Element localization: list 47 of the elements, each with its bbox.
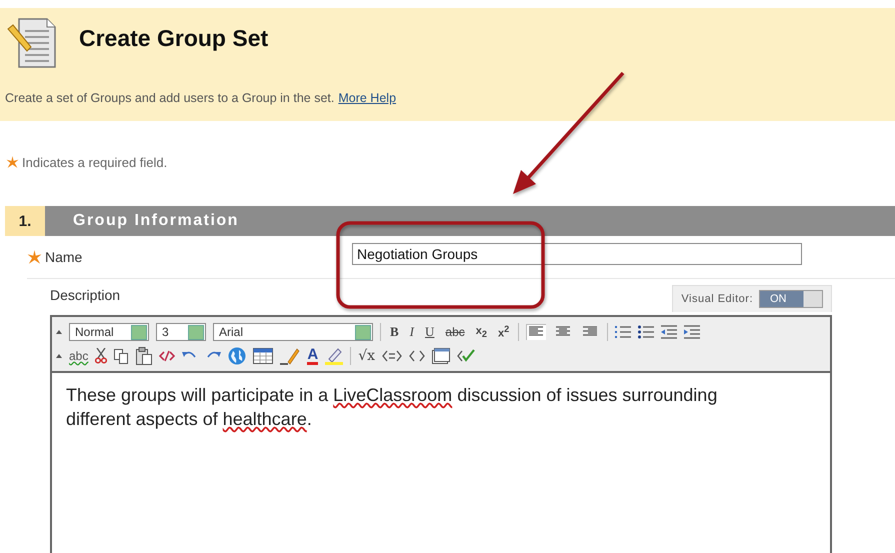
angle-brackets-icon[interactable] bbox=[409, 349, 426, 363]
window-icon[interactable] bbox=[432, 348, 450, 364]
page-title: Create Group Set bbox=[79, 24, 268, 52]
collapse-icon[interactable] bbox=[56, 330, 62, 334]
spellcheck-button[interactable]: abc bbox=[69, 349, 88, 363]
font-family-select[interactable]: Arial bbox=[213, 323, 373, 341]
collapse-icon[interactable] bbox=[56, 354, 62, 358]
unlink-icon[interactable] bbox=[159, 350, 176, 362]
required-note: Indicates a required field. bbox=[22, 155, 168, 170]
page-description: Create a set of Groups and add users to a Group in the set. bbox=[5, 91, 334, 105]
numbered-list-icon[interactable] bbox=[615, 325, 632, 339]
format-button[interactable]: B bbox=[388, 324, 401, 340]
dropdown-icon bbox=[355, 324, 371, 340]
format-select[interactable]: Normal bbox=[69, 323, 149, 341]
name-label: Name bbox=[45, 249, 82, 265]
format-button[interactable]: I bbox=[408, 324, 416, 340]
code-arrows-icon[interactable] bbox=[382, 349, 402, 363]
scissors-icon[interactable] bbox=[95, 348, 108, 364]
code-check-icon[interactable] bbox=[457, 349, 476, 363]
font-size-select[interactable]: 3 bbox=[156, 323, 206, 341]
globe-icon[interactable] bbox=[228, 347, 246, 365]
description-label: Description bbox=[50, 287, 120, 303]
bullet-list-icon[interactable] bbox=[638, 325, 654, 339]
indent-icon[interactable] bbox=[684, 325, 700, 339]
dropdown-icon bbox=[131, 324, 147, 340]
description-text: These groups will participate in a LiveClassroom discussion of issues surrounding different aspects of healthcare. bbox=[66, 384, 718, 431]
copy-icon[interactable] bbox=[114, 348, 130, 364]
table-icon[interactable] bbox=[253, 348, 274, 364]
visual-editor-toggle[interactable]: ON bbox=[759, 290, 823, 308]
format-button[interactable]: x$_{2}$ bbox=[474, 324, 489, 340]
paste-icon[interactable] bbox=[136, 347, 152, 365]
align-button[interactable] bbox=[526, 324, 546, 340]
required-star-icon bbox=[6, 156, 19, 169]
font-color-button[interactable]: A bbox=[307, 347, 318, 365]
format-button[interactable]: U bbox=[423, 324, 436, 340]
more-help-link[interactable]: More Help bbox=[338, 91, 396, 105]
highlighter-icon[interactable] bbox=[325, 347, 344, 365]
format-button[interactable]: x$^{2}$ bbox=[496, 324, 512, 340]
dropdown-icon bbox=[188, 324, 204, 340]
format-button[interactable]: abc bbox=[443, 325, 467, 339]
horizontal-line-pencil-icon[interactable] bbox=[280, 347, 300, 365]
name-input-field[interactable]: Negotiation Groups bbox=[352, 243, 802, 265]
section-number: 1. bbox=[5, 206, 45, 236]
outdent-icon[interactable] bbox=[661, 325, 678, 339]
section-header: Group Information bbox=[45, 206, 895, 236]
visual-editor-label: Visual Editor: bbox=[681, 293, 753, 305]
math-button[interactable]: √x bbox=[358, 348, 376, 364]
